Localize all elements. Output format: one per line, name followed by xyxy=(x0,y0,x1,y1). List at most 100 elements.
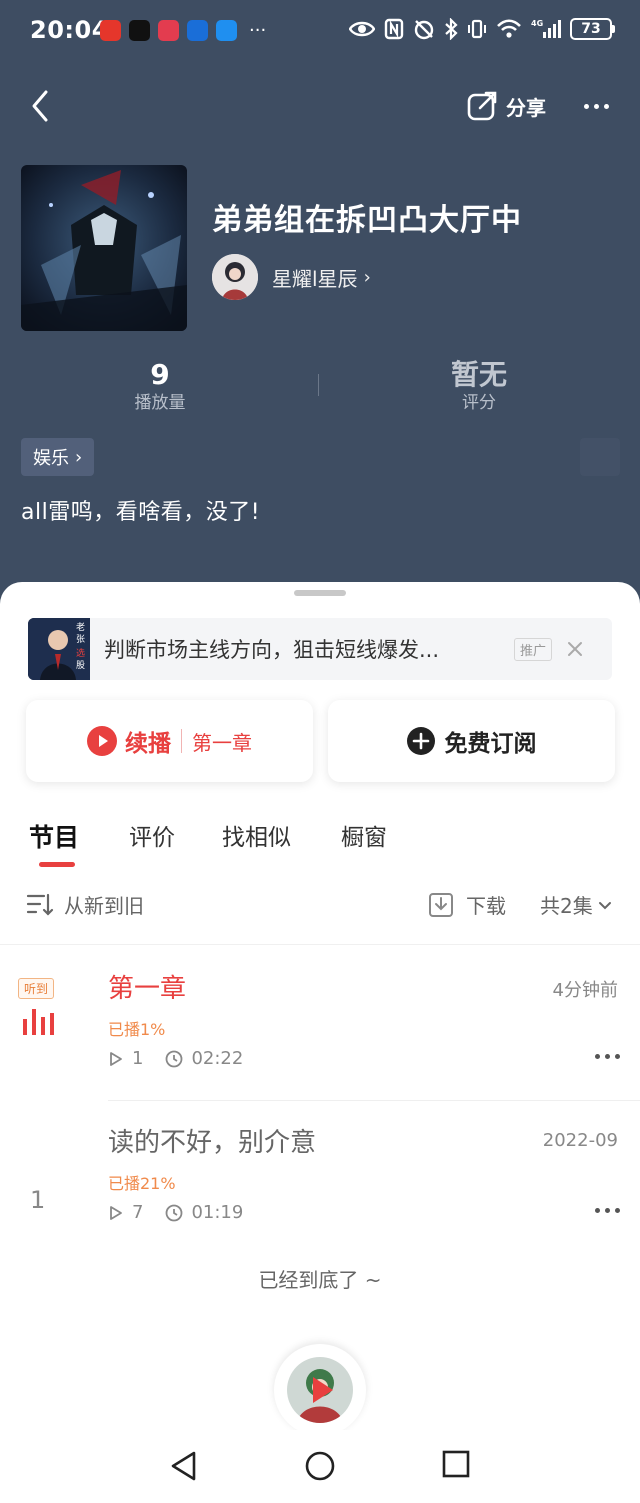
episode-sheet: 老 张 选 股 判断市场主线方向，狙击短线爆发... 推广 续播 第一章 免费订… xyxy=(0,582,640,1503)
toolbar-divider xyxy=(0,944,640,945)
avatar-image xyxy=(212,254,258,300)
tab-showcase[interactable]: 橱窗 xyxy=(341,818,387,852)
battery-indicator: 73 xyxy=(570,18,615,40)
episode-progress: 已播21% xyxy=(108,1174,176,1193)
download-button[interactable]: 下载 xyxy=(428,890,506,919)
episode-plays: 7 xyxy=(132,1202,144,1223)
sort-label: 从新到旧 xyxy=(64,894,144,918)
album-description: all雷鸣，看啥看，没了! xyxy=(21,500,261,525)
episode-count-dropdown[interactable]: 共2集 xyxy=(540,890,613,919)
more-dots-icon xyxy=(595,1054,600,1059)
ad-thumbnail-image: 老 张 选 股 xyxy=(28,618,90,680)
status-bar: 20:04 ··· 4G 73 xyxy=(0,0,640,62)
close-icon[interactable] xyxy=(566,640,584,658)
episode-duration: 01:19 xyxy=(191,1202,244,1223)
notification-icons: ··· xyxy=(100,20,266,41)
tab-reviews[interactable]: 评价 xyxy=(129,818,175,852)
tab-programs[interactable]: 节目 xyxy=(29,818,79,854)
resume-separator xyxy=(181,729,182,753)
more-dots-icon xyxy=(595,1208,600,1213)
rating-label: 评分 xyxy=(462,393,496,413)
resume-label: 续播 xyxy=(125,731,171,757)
rating-stat[interactable]: 暂无 评分 xyxy=(399,358,559,414)
stat-divider xyxy=(318,374,319,396)
author-link[interactable]: 星耀l星辰 › xyxy=(212,254,371,300)
more-options-button[interactable] xyxy=(578,92,614,120)
episode-row[interactable]: 听到 第一章 4分钟前 已播1% 1 02:22 xyxy=(0,960,640,1110)
share-icon xyxy=(467,91,497,121)
app-icon-red xyxy=(100,20,121,41)
resume-button[interactable]: 续播 第一章 xyxy=(26,700,313,782)
wifi-icon xyxy=(497,19,521,38)
album-cover[interactable] xyxy=(21,165,187,331)
drag-handle[interactable] xyxy=(294,590,346,596)
douyin-icon xyxy=(129,20,150,41)
episode-more-button[interactable] xyxy=(595,1208,620,1213)
tab-bar: 节目 评价 找相似 橱窗 xyxy=(0,818,640,868)
episode-date: 2022-09 xyxy=(542,1130,618,1151)
cellular-signal-icon: 4G xyxy=(531,19,561,38)
episode-duration: 02:22 xyxy=(191,1048,244,1069)
episode-progress: 已播1% xyxy=(108,1020,166,1039)
sort-button[interactable]: 从新到旧 xyxy=(26,890,144,919)
clock-icon xyxy=(166,1050,183,1067)
album-cover-art xyxy=(21,165,187,331)
play-outline-icon xyxy=(110,1205,122,1220)
play-count-label: 播放量 xyxy=(134,393,186,413)
share-button[interactable]: 分享 xyxy=(466,88,546,124)
ad-badge: 推广 xyxy=(514,637,553,661)
system-nav-bar xyxy=(0,1430,640,1503)
app-icon-blue-dark xyxy=(187,20,208,41)
subscribe-button[interactable]: 免费订阅 xyxy=(328,700,615,782)
svg-text:4G: 4G xyxy=(531,19,543,28)
ad-thumbnail: 老 张 选 股 xyxy=(28,618,90,680)
audio-bars-icon xyxy=(23,1009,54,1035)
tab-similar[interactable]: 找相似 xyxy=(222,818,291,852)
mini-player[interactable] xyxy=(274,1344,366,1436)
ad-text: 判断市场主线方向，狙击短线爆发... xyxy=(104,638,440,662)
end-of-list-text: 已经到底了 ~ xyxy=(258,1268,382,1292)
secondary-tag xyxy=(580,438,620,476)
download-icon xyxy=(429,892,453,917)
play-icon xyxy=(313,1377,333,1403)
mini-player-cover xyxy=(287,1357,353,1423)
chevron-right-icon: › xyxy=(363,266,371,288)
play-count-stat: 9 播放量 xyxy=(80,358,240,414)
chevron-down-icon xyxy=(598,901,611,909)
category-tag[interactable]: 娱乐 › xyxy=(21,438,95,476)
album-header: 20:04 ··· 4G 73 分享 弟弟组在拆凹凸大厅中 星耀l星辰 › 9 … xyxy=(0,0,640,620)
system-icons: 4G 73 xyxy=(349,18,615,40)
episode-date: 4分钟前 xyxy=(552,980,618,1001)
sort-icon xyxy=(26,893,54,916)
rating-value: 暂无 xyxy=(450,358,507,391)
ad-banner[interactable]: 老 张 选 股 判断市场主线方向，狙击短线爆发... 推广 xyxy=(28,618,612,680)
episode-row[interactable]: 1 读的不好，别介意 2022-09 已播21% 7 01:19 xyxy=(0,1114,640,1264)
bluetooth-icon xyxy=(445,18,458,40)
episode-meta: 1 02:22 xyxy=(108,1048,243,1069)
episode-number: 1 xyxy=(30,1186,46,1214)
author-avatar xyxy=(212,254,258,300)
plus-circle-icon xyxy=(406,727,435,755)
vibrate-icon xyxy=(468,19,486,39)
author-name: 星耀l星辰 xyxy=(272,266,358,291)
nfc-icon xyxy=(384,18,404,40)
play-count-value: 9 xyxy=(150,358,170,391)
category-tag-label: 娱乐 xyxy=(33,448,69,469)
ad-thumb-char-1: 老 xyxy=(76,621,85,633)
clock-icon xyxy=(166,1204,183,1221)
chevron-right-icon: › xyxy=(75,446,83,468)
play-outline-icon xyxy=(110,1051,122,1066)
back-button[interactable] xyxy=(22,84,58,128)
episode-count-label: 共2集 xyxy=(540,894,593,918)
nav-recents-icon[interactable] xyxy=(442,1450,470,1478)
episode-plays: 1 xyxy=(132,1048,144,1069)
nav-back-icon[interactable] xyxy=(170,1450,198,1482)
nav-home-icon[interactable] xyxy=(304,1450,336,1482)
episode-meta: 7 01:19 xyxy=(108,1202,243,1223)
play-circle-icon xyxy=(87,726,117,756)
now-playing-indicator: 听到 xyxy=(18,978,62,1037)
episode-divider xyxy=(108,1100,640,1101)
episode-more-button[interactable] xyxy=(595,1054,620,1059)
ad-thumb-char-2: 张 xyxy=(76,634,85,645)
alarm-icon xyxy=(414,20,434,40)
